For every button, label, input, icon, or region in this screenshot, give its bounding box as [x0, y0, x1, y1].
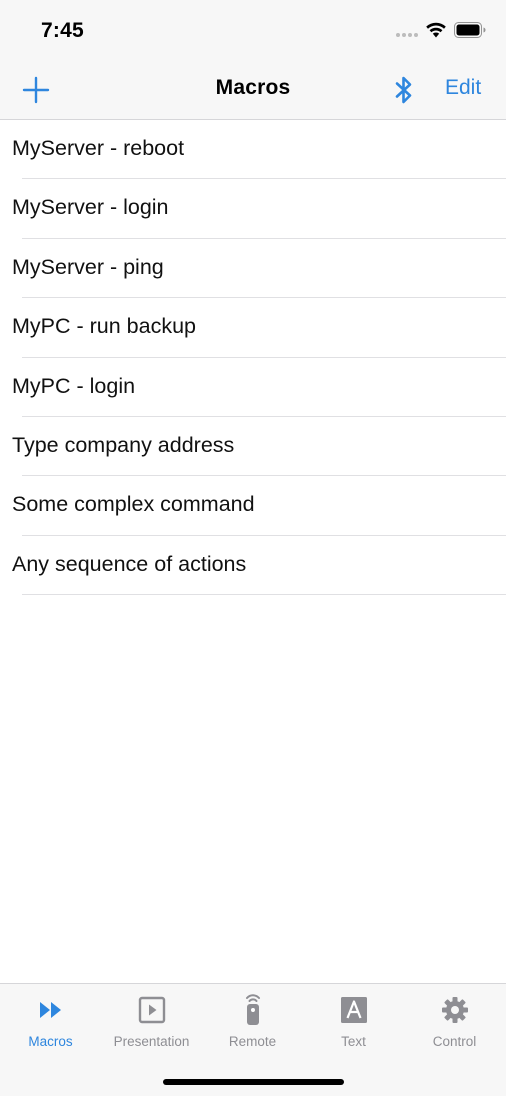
macro-label: MyServer - reboot — [12, 136, 185, 160]
macro-label: MyServer - login — [12, 195, 169, 220]
macro-list: MyServer - reboot MyServer - login MySer… — [0, 120, 506, 596]
screen: 7:45 Macros Edit MyServer - reboot MySer… — [0, 0, 506, 1096]
macro-label: Any sequence of actions — [12, 551, 247, 576]
navigation-bar: Macros Edit — [0, 60, 506, 120]
list-item[interactable]: MyPC - run backup — [0, 298, 506, 358]
status-bar: 7:45 — [0, 0, 506, 60]
tab-presentation[interactable]: Presentation — [101, 984, 202, 1064]
list-item[interactable]: MyServer - reboot — [0, 120, 506, 180]
macro-label: MyServer - ping — [12, 254, 164, 279]
row-separator — [22, 594, 506, 596]
cellular-signal-icon — [396, 33, 418, 37]
tab-text[interactable]: Text — [303, 984, 404, 1064]
remote-control-icon — [245, 994, 260, 1025]
tab-control[interactable]: Control — [404, 984, 505, 1064]
tab-label: Presentation — [113, 1034, 190, 1049]
page-title: Macros — [215, 76, 291, 99]
list-item[interactable]: MyServer - login — [0, 179, 506, 239]
tab-remote[interactable]: Remote — [202, 984, 303, 1064]
macro-label: MyPC - login — [12, 373, 136, 398]
list-item[interactable]: Any sequence of actions — [0, 536, 506, 596]
list-item[interactable]: Type company address — [0, 417, 506, 477]
bluetooth-icon[interactable] — [393, 75, 415, 105]
home-indicator — [163, 1079, 344, 1085]
tab-label: Control — [432, 1034, 477, 1049]
play-square-icon — [138, 996, 165, 1024]
tab-label: Text — [341, 1034, 366, 1049]
gear-icon — [441, 997, 468, 1023]
list-item[interactable]: MyPC - login — [0, 358, 506, 417]
tab-macros[interactable]: Macros — [0, 984, 101, 1064]
macro-label: MyPC - run backup — [12, 314, 197, 339]
macro-label: Some complex command — [12, 492, 255, 517]
fast-forward-icon — [39, 1002, 61, 1018]
tab-label: Macros — [28, 1034, 73, 1049]
macro-label: Type company address — [12, 432, 235, 457]
tab-label: Remote — [228, 1034, 277, 1049]
status-time: 7:45 — [41, 19, 84, 42]
list-item[interactable]: Some complex command — [0, 476, 506, 536]
wifi-icon — [426, 22, 446, 38]
list-item[interactable]: MyServer - ping — [0, 239, 506, 299]
letter-a-icon — [340, 997, 367, 1023]
edit-button[interactable]: Edit — [445, 76, 481, 100]
battery-icon — [454, 22, 486, 38]
